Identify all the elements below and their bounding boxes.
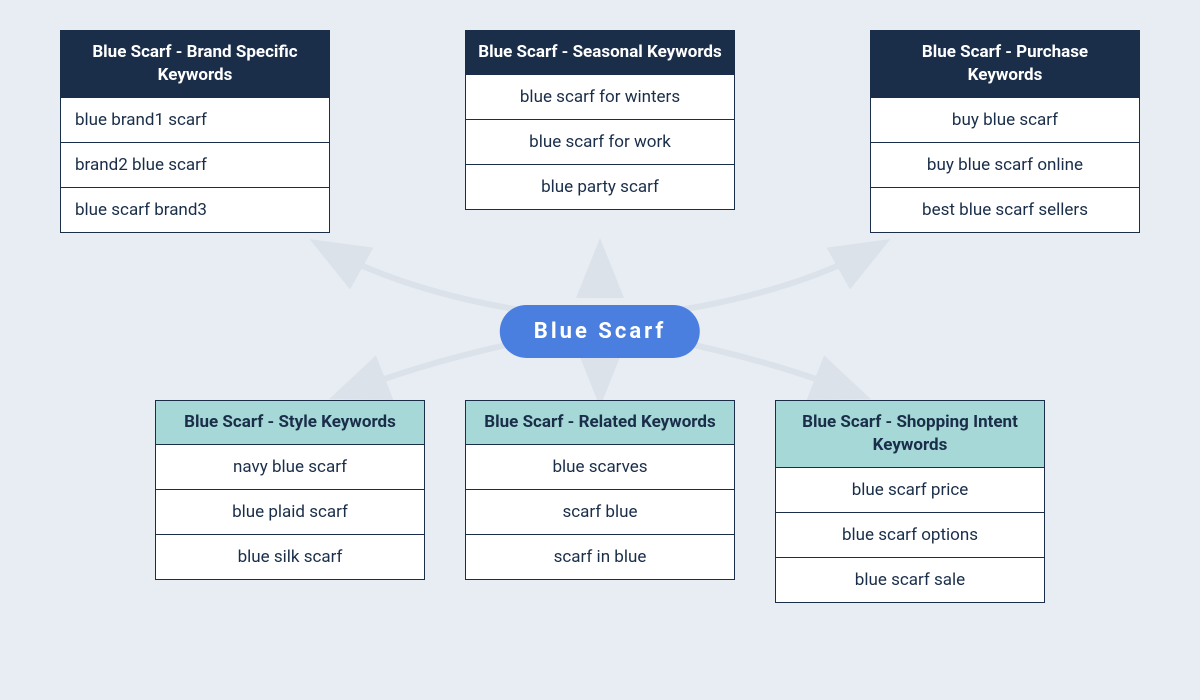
- card-header: Blue Scarf - Related Keywords: [466, 401, 734, 444]
- keyword-row: blue scarf for work: [466, 119, 734, 164]
- card-purchase: Blue Scarf - Purchase Keywords buy blue …: [870, 30, 1140, 233]
- keyword-row: blue brand1 scarf: [61, 97, 329, 142]
- keyword-row: brand2 blue scarf: [61, 142, 329, 187]
- card-header: Blue Scarf - Seasonal Keywords: [466, 31, 734, 74]
- keyword-row: buy blue scarf: [871, 97, 1139, 142]
- card-header: Blue Scarf - Purchase Keywords: [871, 31, 1139, 97]
- keyword-row: best blue scarf sellers: [871, 187, 1139, 232]
- card-header: Blue Scarf - Shopping Intent Keywords: [776, 401, 1044, 467]
- card-header: Blue Scarf - Brand Specific Keywords: [61, 31, 329, 97]
- keyword-row: blue scarves: [466, 444, 734, 489]
- card-seasonal: Blue Scarf - Seasonal Keywords blue scar…: [465, 30, 735, 210]
- keyword-row: blue scarf sale: [776, 557, 1044, 602]
- keyword-row: buy blue scarf online: [871, 142, 1139, 187]
- keyword-row: scarf blue: [466, 489, 734, 534]
- keyword-row: blue scarf price: [776, 467, 1044, 512]
- hub-node: Blue Scarf: [500, 305, 700, 358]
- keyword-row: blue scarf options: [776, 512, 1044, 557]
- card-shopping-intent: Blue Scarf - Shopping Intent Keywords bl…: [775, 400, 1045, 603]
- keyword-row: scarf in blue: [466, 534, 734, 579]
- keyword-row: blue silk scarf: [156, 534, 424, 579]
- card-header: Blue Scarf - Style Keywords: [156, 401, 424, 444]
- keyword-row: blue plaid scarf: [156, 489, 424, 534]
- keyword-row: navy blue scarf: [156, 444, 424, 489]
- card-brand-specific: Blue Scarf - Brand Specific Keywords blu…: [60, 30, 330, 233]
- keyword-row: blue party scarf: [466, 164, 734, 209]
- card-related: Blue Scarf - Related Keywords blue scarv…: [465, 400, 735, 580]
- keyword-row: blue scarf for winters: [466, 74, 734, 119]
- card-style: Blue Scarf - Style Keywords navy blue sc…: [155, 400, 425, 580]
- keyword-row: blue scarf brand3: [61, 187, 329, 232]
